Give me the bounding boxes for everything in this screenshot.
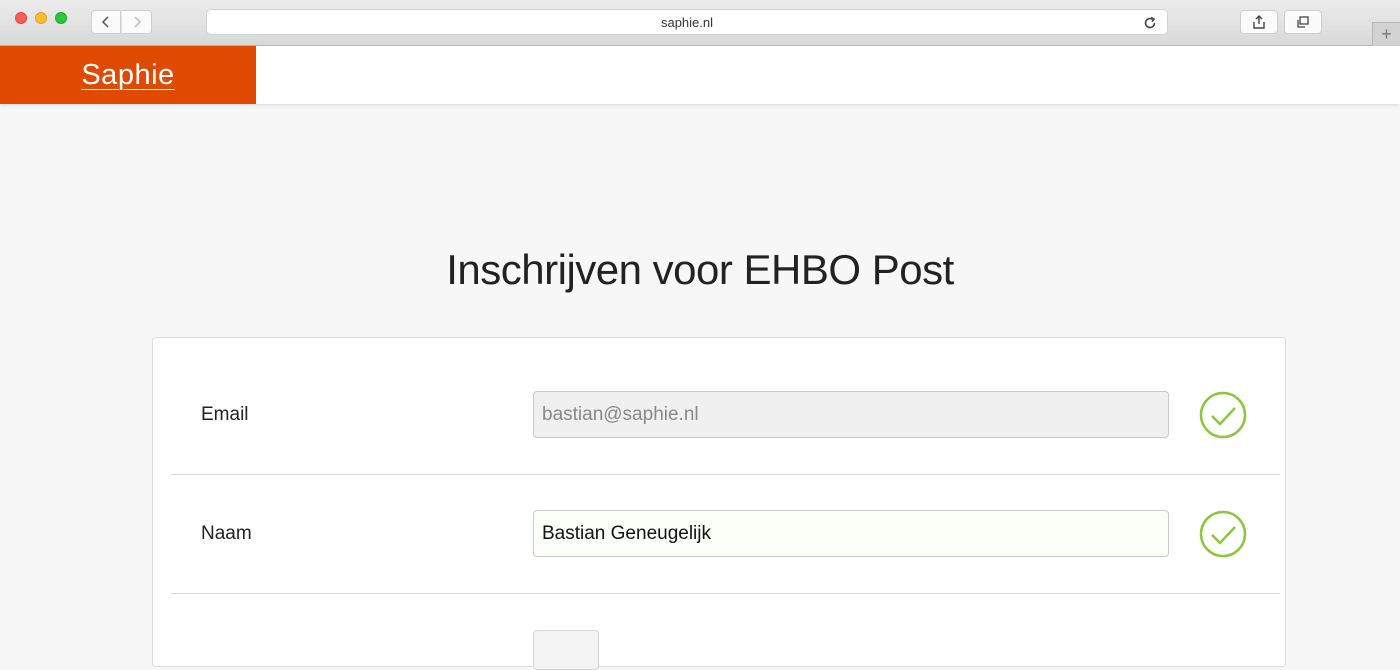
form-row-naam: Naam Bastian Geneugelijk: [171, 475, 1280, 594]
email-field[interactable]: bastian@saphie.nl: [533, 391, 1169, 438]
logo[interactable]: Saphie: [81, 59, 174, 92]
browser-toolbar: saphie.nl +: [0, 0, 1400, 46]
close-window-button[interactable]: [15, 12, 27, 24]
email-label: Email: [201, 404, 249, 425]
zoom-window-button[interactable]: [55, 12, 67, 24]
check-circle-icon: [1199, 391, 1247, 439]
email-value: bastian@saphie.nl: [542, 403, 699, 425]
logo-box[interactable]: Saphie: [0, 46, 256, 104]
check-circle-icon: [1199, 510, 1247, 558]
page-title: Inschrijven voor EHBO Post: [446, 246, 954, 293]
site-header: Saphie: [0, 46, 1400, 104]
signup-form-card: Email bastian@saphie.nl Naam Bastian Gen…: [152, 337, 1286, 670]
new-tab-button[interactable]: +: [1372, 22, 1400, 46]
forward-button[interactable]: [122, 10, 152, 34]
chevron-right-icon: [133, 16, 141, 28]
address-bar[interactable]: saphie.nl: [206, 9, 1168, 35]
show-tabs-button[interactable]: [1284, 10, 1322, 34]
reload-icon[interactable]: [1142, 15, 1158, 31]
next-field-stub[interactable]: [533, 630, 599, 670]
plus-icon: +: [1381, 24, 1392, 44]
naam-value: Bastian Geneugelijk: [542, 522, 711, 544]
naam-field[interactable]: Bastian Geneugelijk: [533, 510, 1169, 557]
share-icon: [1253, 15, 1265, 29]
form-row-email: Email bastian@saphie.nl: [171, 356, 1280, 475]
url-text: saphie.nl: [660, 14, 714, 30]
naam-label: Naam: [201, 523, 252, 544]
tabs-icon: [1297, 16, 1309, 28]
back-button[interactable]: [91, 10, 121, 34]
share-button[interactable]: [1240, 10, 1278, 34]
chevron-left-icon: [101, 16, 109, 28]
minimize-window-button[interactable]: [35, 12, 47, 24]
